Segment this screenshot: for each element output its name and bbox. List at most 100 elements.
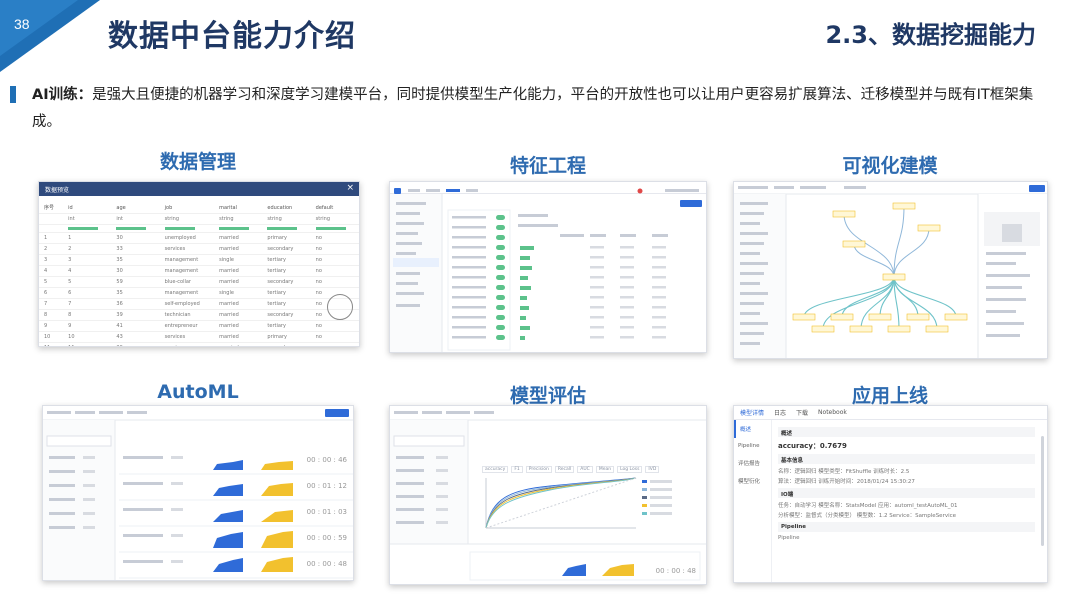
model-detail-tab[interactable]: 下载 [796,408,808,417]
metric-tab[interactable]: IVD [645,466,660,473]
metric-tab[interactable]: Log Loss [617,466,643,473]
model-list-item[interactable] [396,521,424,524]
feature-toggle[interactable] [496,305,505,310]
component-list-item[interactable] [740,332,764,335]
model-list-item[interactable] [396,456,424,459]
stat-value [652,336,666,339]
graph-node[interactable] [849,325,873,333]
feature-toggle[interactable] [496,325,505,330]
model-list-item[interactable] [396,508,424,511]
column-header[interactable]: default [310,202,359,214]
feature-toggle[interactable] [496,265,505,270]
column-header[interactable]: age [111,202,160,214]
table-row[interactable]: 3 3 35 management single tertiary no [39,254,359,266]
column-header[interactable]: job [159,202,215,214]
progress-curve-blue [213,484,243,496]
metric-tab[interactable]: accuracy [482,466,509,473]
model-list-score [436,482,448,485]
table-row[interactable]: 9 9 41 entrepreneur married tertiary no [39,320,359,332]
model-detail-nav-item[interactable]: 概述 [734,420,771,438]
component-list-item[interactable] [740,252,760,255]
model-detail-nav-item[interactable]: 评估报告 [734,454,771,472]
graph-node[interactable] [906,313,930,321]
run-list-count [83,456,95,459]
table-row[interactable]: 4 4 30 management married tertiary no [39,265,359,277]
run-list-item[interactable] [49,526,75,529]
component-list-item[interactable] [740,222,760,225]
feature-toggle[interactable] [496,315,505,320]
component-list-item[interactable] [740,312,760,315]
close-icon[interactable]: × [346,183,354,193]
table-row[interactable]: 6 6 35 management single tertiary no [39,287,359,299]
component-list-item[interactable] [740,202,768,205]
feature-toggle[interactable] [496,215,505,220]
model-detail-nav-item[interactable]: Pipeline [734,438,771,454]
model-detail-tab[interactable]: Notebook [818,409,847,416]
type-cell [39,213,64,225]
component-list-item[interactable] [740,302,764,305]
component-list-item[interactable] [740,232,768,235]
graph-node[interactable] [832,210,856,218]
model-detail-nav-item[interactable]: 模型衍化 [734,472,771,490]
graph-node[interactable] [842,240,866,248]
run-list-item[interactable] [49,498,75,501]
table-row[interactable]: 1 1 30 unemployed married primary no [39,232,359,244]
column-header[interactable]: id [63,202,112,214]
graph-node[interactable] [925,325,949,333]
column-header[interactable]: education [262,202,311,214]
graph-node[interactable] [882,273,906,281]
feature-toggle[interactable] [496,255,505,260]
graph-edge [893,205,905,278]
feature-toggle[interactable] [496,295,505,300]
model-detail-tab[interactable]: 模型详情 [740,408,764,417]
metric-tab[interactable]: Precision [525,466,552,473]
metric-tab[interactable]: F1 [511,466,523,473]
graph-node[interactable] [892,202,916,210]
run-list-item[interactable] [49,484,75,487]
graph-node[interactable] [944,313,968,321]
feature-toggle[interactable] [496,225,505,230]
stat-value [652,276,666,279]
table-row[interactable]: 5 5 59 blue-collar married secondary no [39,276,359,288]
table-row[interactable]: 2 2 33 services married secondary no [39,243,359,255]
component-list-item[interactable] [740,342,760,345]
component-list-item[interactable] [740,212,764,215]
table-row[interactable]: 7 7 36 self-employed married tertiary no [39,298,359,310]
component-list-item[interactable] [740,272,764,275]
graph-node[interactable] [792,313,816,321]
run-list-item[interactable] [49,456,75,459]
table-row[interactable]: 8 8 39 technician married secondary no [39,309,359,321]
metric-tab[interactable]: Recall [554,466,575,473]
run-list-item[interactable] [49,512,75,515]
stat-value [590,306,604,309]
component-list-item[interactable] [740,282,760,285]
component-list-item[interactable] [740,242,764,245]
graph-node[interactable] [811,325,835,333]
model-detail-tab[interactable]: 日志 [774,408,786,417]
feature-toggle[interactable] [496,245,505,250]
metric-tab[interactable]: Mean [595,466,615,473]
feature-toggle[interactable] [496,285,505,290]
basic-info-heading: 基本信息 [778,454,1035,464]
column-header[interactable]: marital [214,202,263,214]
component-list-item[interactable] [740,292,768,295]
feature-toggle[interactable] [496,235,505,240]
graph-node[interactable] [887,325,911,333]
table-row[interactable]: 10 10 43 services married primary no [39,331,359,343]
column-header[interactable]: 序号 [39,202,64,214]
graph-node[interactable] [868,313,892,321]
metric-tab[interactable]: AUC [577,466,593,473]
graph-node[interactable] [917,224,941,232]
model-list-item[interactable] [396,495,424,498]
model-list-item[interactable] [396,482,424,485]
graph-node[interactable] [830,313,854,321]
scrollbar[interactable] [1041,436,1044,546]
feature-toggle[interactable] [496,335,505,340]
table-cell: single [214,254,263,266]
feature-toggle[interactable] [496,275,505,280]
component-list-item[interactable] [740,322,768,325]
component-list-item[interactable] [740,262,768,265]
run-list-item[interactable] [49,470,75,473]
model-list-item[interactable] [396,469,424,472]
table-row[interactable]: 111139servicesmarriedsecondaryno [39,342,359,346]
